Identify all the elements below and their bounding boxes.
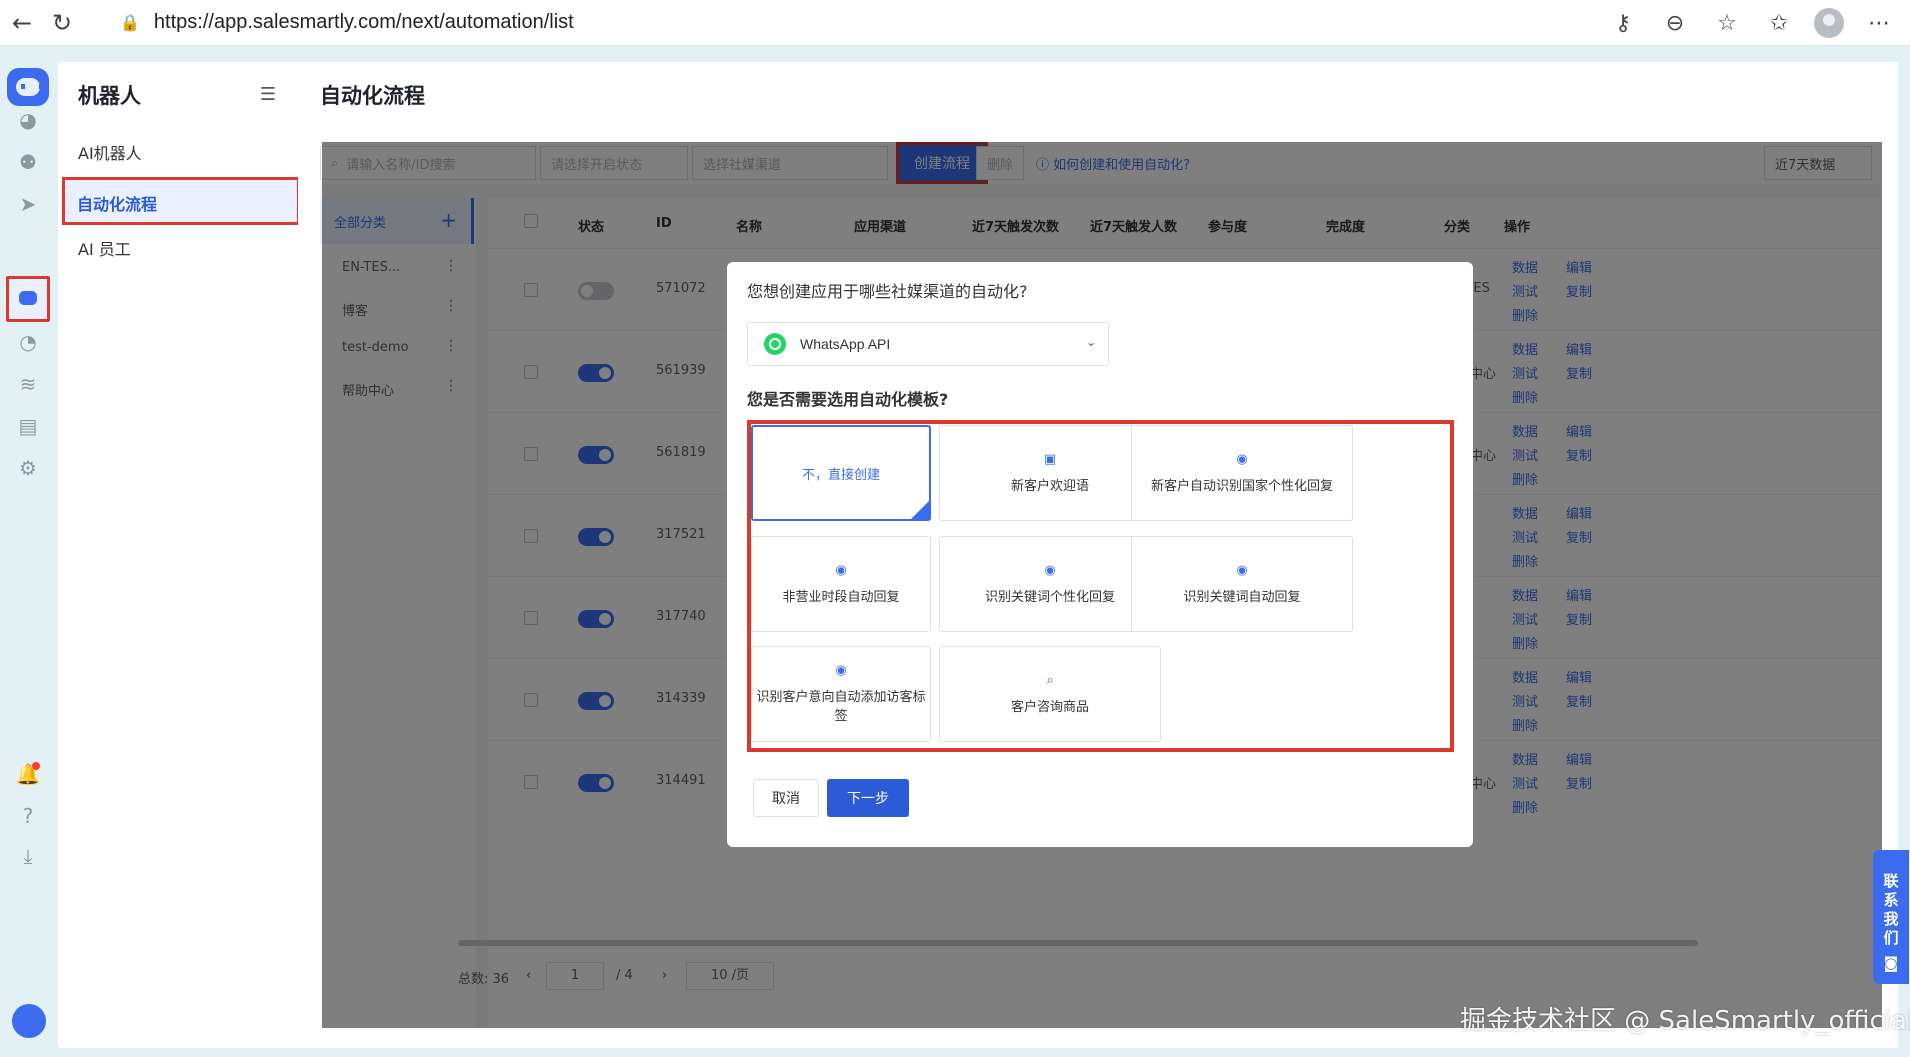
chevron-down-icon: ⌄ [1085, 335, 1096, 349]
chat-icon[interactable]: ◕ [14, 106, 42, 134]
browser-toolbar: ← ↻ 🔒 https://app.salesmartly.com/next/a… [0, 0, 1910, 46]
template-option-direct[interactable]: 不，直接创建 [751, 425, 931, 521]
bot-icon: ◉ [835, 562, 847, 578]
channel-value: WhatsApp API [800, 336, 891, 352]
wallet-icon[interactable]: ▤ [14, 412, 42, 440]
checkmark-icon [911, 501, 929, 519]
whatsapp-icon [764, 333, 786, 355]
more-icon[interactable]: ⋯ [1862, 6, 1896, 40]
channel-select[interactable]: WhatsApp API ⌄ [747, 322, 1109, 366]
notification-dot [32, 762, 40, 770]
channel-question: 您想创建应用于哪些社媒渠道的自动化? [747, 282, 1028, 301]
sidebar-item-ai-staff[interactable]: AI 员工 [78, 236, 131, 260]
url-text[interactable]: https://app.salesmartly.com/next/automat… [154, 11, 574, 34]
bot-logo-icon[interactable] [7, 68, 49, 106]
star-icon[interactable]: ☆ [1710, 6, 1744, 40]
search-doc-icon: ⌕ [1046, 672, 1054, 688]
back-arrow-icon[interactable]: ← [2, 3, 42, 43]
layers-icon[interactable]: ≋ [14, 370, 42, 398]
address-bar[interactable]: 🔒 https://app.salesmartly.com/next/autom… [104, 3, 1744, 41]
robot-nav-icon[interactable] [6, 276, 50, 322]
user-avatar-icon[interactable] [12, 1004, 46, 1038]
create-automation-dialog: 您想创建应用于哪些社媒渠道的自动化? WhatsApp API ⌄ 您是否需要选… [727, 262, 1473, 847]
send-icon[interactable]: ➤ [14, 190, 42, 218]
bot-icon: ◉ [1236, 562, 1248, 578]
contact-us-tab[interactable]: 联 系 我 们 ◙ [1873, 850, 1909, 984]
bot-icon: ◉ [835, 663, 847, 678]
sidebar-item-ai-robot[interactable]: AI机器人 [78, 140, 142, 164]
template-question: 您是否需要选用自动化模板? [747, 390, 949, 409]
hi-icon: ▣ [1043, 451, 1057, 467]
template-option[interactable]: ◉ 识别关键词自动回复 [1131, 536, 1353, 632]
profile-avatar[interactable] [1814, 8, 1844, 38]
sidebar-title: 机器人 [78, 84, 141, 108]
help-icon[interactable]: ? [14, 802, 42, 830]
reload-icon[interactable]: ↻ [42, 3, 82, 43]
bot-icon: ◉ [1044, 562, 1056, 578]
cancel-button[interactable]: 取消 [753, 779, 819, 817]
template-option[interactable]: ◉ 识别客户意向自动添加访客标签 [751, 646, 931, 742]
key-icon[interactable]: ⚷ [1606, 6, 1640, 40]
download-icon[interactable]: ⤓ [14, 842, 42, 870]
template-option[interactable]: ◉ 新客户自动识别国家个性化回复 [1131, 425, 1353, 521]
favorites-icon[interactable]: ✩ [1762, 6, 1796, 40]
contacts-icon[interactable]: ⚉ [14, 148, 42, 176]
template-option[interactable]: ◉ 识别关键词个性化回复 [939, 536, 1161, 632]
chat-bubble-icon: ◙ [1883, 954, 1899, 972]
icon-rail: ◕ ⚉ ➤ ◔ ≋ ▤ ⚙ 🔔 ? ⤓ [0, 58, 56, 1057]
sidebar-item-automation[interactable]: 自动化流程 [62, 177, 300, 225]
template-grid: 不，直接创建 ▣ 新客户欢迎语 ◉ 新客户自动识别国家个性化回复 ◉ 非营业时段… [747, 420, 1454, 752]
page-title: 自动化流程 [320, 84, 425, 108]
analytics-icon[interactable]: ◔ [14, 328, 42, 356]
sidebar-item-label: 自动化流程 [77, 195, 158, 214]
template-option[interactable]: ▣ 新客户欢迎语 [939, 425, 1161, 521]
secondary-sidebar: 机器人 ☰ AI机器人 自动化流程 AI 员工 [58, 62, 300, 1048]
zoom-out-icon[interactable]: ⊖ [1658, 6, 1692, 40]
template-option[interactable]: ◉ 非营业时段自动回复 [751, 536, 931, 632]
next-step-button[interactable]: 下一步 [827, 779, 909, 817]
settings-icon[interactable]: ⚙ [14, 454, 42, 482]
watermark: 掘金技术社区 @ SaleSmartly_official [1460, 1006, 1910, 1036]
lock-icon: 🔒 [120, 12, 140, 32]
template-option[interactable]: ⌕ 客户咨询商品 [939, 646, 1161, 742]
collapse-menu-icon[interactable]: ☰ [260, 84, 276, 105]
bot-icon: ◉ [1236, 451, 1248, 467]
